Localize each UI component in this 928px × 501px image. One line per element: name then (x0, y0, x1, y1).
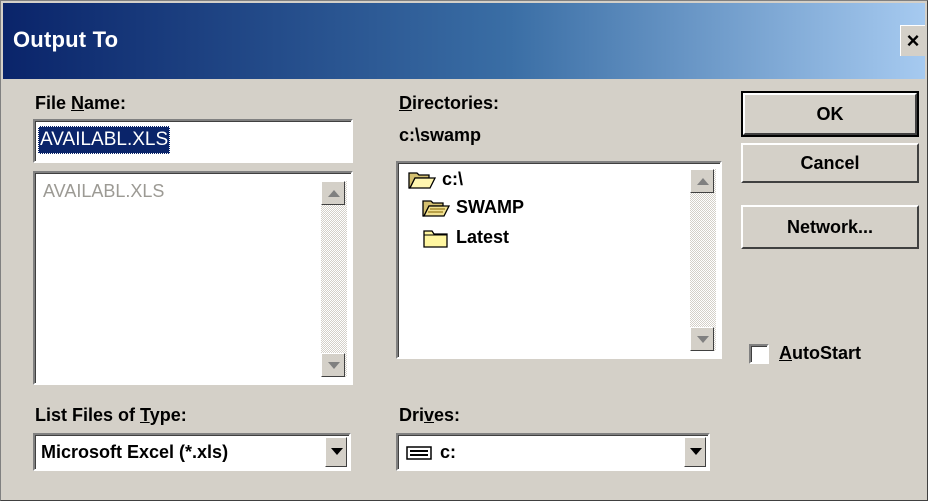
down-arrow-icon (697, 336, 709, 343)
window-title: Output To (13, 27, 119, 52)
drives-label: Drives: (399, 405, 461, 425)
scroll-up-button[interactable] (321, 181, 345, 205)
current-directory-path: c:\swamp (399, 125, 482, 145)
down-arrow-icon (328, 362, 340, 369)
directory-item-swamp[interactable]: SWAMP (422, 197, 524, 218)
autostart-label[interactable]: AutoStart (779, 343, 861, 364)
directory-item-latest[interactable]: Latest (422, 227, 509, 248)
drives-select[interactable]: c: (396, 433, 710, 471)
file-list-item[interactable]: AVAILABL.XLS (43, 181, 164, 202)
up-arrow-icon (697, 178, 709, 185)
up-arrow-icon (328, 190, 340, 197)
drive-icon (406, 445, 432, 460)
ok-button[interactable]: OK (741, 91, 919, 137)
folder-closed-icon (423, 229, 448, 248)
scroll-down-button[interactable] (321, 353, 345, 377)
drive-value: c: (406, 442, 456, 463)
autostart-checkbox[interactable] (749, 344, 769, 364)
file-name-value: AVAILABL.XLS (38, 126, 171, 154)
scroll-down-button[interactable] (690, 327, 714, 351)
close-button[interactable]: × (900, 25, 925, 56)
folder-open-icon (408, 171, 436, 189)
file-type-dropdown-button[interactable] (325, 437, 347, 467)
title-bar[interactable]: Output To × (3, 3, 925, 79)
file-list[interactable]: AVAILABL.XLS (33, 171, 353, 385)
network-button[interactable]: Network... (741, 205, 919, 249)
chevron-down-icon (331, 448, 343, 455)
directory-scrollbar[interactable] (690, 169, 716, 351)
file-type-select[interactable]: Microsoft Excel (*.xls) (33, 433, 351, 471)
file-list-scrollbar[interactable] (321, 181, 347, 377)
file-name-input[interactable]: AVAILABL.XLS (33, 119, 353, 163)
file-name-label: File Name: (35, 93, 127, 113)
file-type-label: List Files of Type: (35, 405, 187, 425)
chevron-down-icon (690, 448, 702, 455)
drives-dropdown-button[interactable] (684, 437, 706, 467)
file-type-value: Microsoft Excel (*.xls) (41, 442, 229, 462)
scroll-up-button[interactable] (690, 169, 714, 193)
cancel-button[interactable]: Cancel (741, 143, 919, 183)
output-to-dialog: Output To × File Name: AVAILABL.XLS AVAI… (0, 0, 928, 501)
folder-open-icon (422, 199, 450, 217)
directories-label: Directories: (399, 93, 500, 113)
close-icon: × (906, 28, 920, 53)
directory-tree[interactable]: c:\ SWAMP Latest (396, 161, 722, 359)
directory-item-root[interactable]: c:\ (408, 169, 463, 190)
